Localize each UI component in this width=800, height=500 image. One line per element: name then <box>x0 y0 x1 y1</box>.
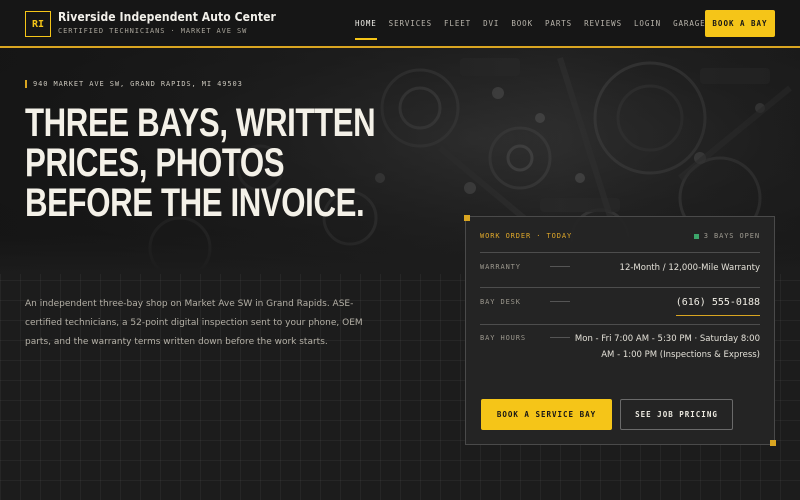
site-header: RI Riverside Independent Auto Center CER… <box>0 0 800 48</box>
hero-description: An independent three-bay shop on Market … <box>25 299 363 347</box>
nav-dvi[interactable]: DVI <box>483 15 499 32</box>
warranty-value: 12-Month / 12,000-Mile Warranty <box>619 263 760 273</box>
headline-line-3: BEFORE THE INVOICE. <box>25 181 365 225</box>
status-dot-icon <box>693 233 699 239</box>
bay-hours-value: Mon - Fri 7:00 AM - 5:30 PM · Saturday 8… <box>574 334 760 360</box>
work-order-card: WORK ORDER · TODAY 3 BAYS OPEN WARRANTY … <box>464 215 776 446</box>
card-divider <box>480 252 760 253</box>
nav-fleet[interactable]: FLEET <box>444 15 471 32</box>
nav-book[interactable]: BOOK <box>511 15 533 32</box>
card-corner-accent <box>464 215 470 221</box>
nav-parts[interactable]: PARTS <box>545 15 572 32</box>
bays-status-label: 3 BAYS OPEN <box>703 232 760 240</box>
row-dash <box>550 301 570 302</box>
bay-desk-label: BAY DESK <box>480 298 521 306</box>
brand-name[interactable]: Riverside Independent Auto Center <box>58 10 276 24</box>
page: RI Riverside Independent Auto Center CER… <box>0 0 800 500</box>
nav-login[interactable]: LOGIN <box>634 15 661 32</box>
row-dash <box>550 266 570 267</box>
card-divider <box>480 324 760 325</box>
book-a-bay-button[interactable]: BOOK A BAY <box>705 10 775 37</box>
bay-hours-label: BAY HOURS <box>480 334 527 342</box>
card-corner-accent <box>770 440 776 446</box>
row-dash <box>550 337 570 338</box>
main-nav: HOME SERVICES FLEET DVI BOOK PARTS REVIE… <box>355 0 718 46</box>
see-job-pricing-button[interactable]: SEE JOB PRICING <box>620 399 733 430</box>
brand-tagline: CERTIFIED TECHNICIANS · MARKET AVE SW <box>58 27 248 35</box>
bay-hours-row: BAY HOURS Mon - Fri 7:00 AM - 5:30 PM · … <box>480 331 760 363</box>
bay-desk-row: BAY DESK (616) 555-0188 <box>480 295 760 316</box>
book-service-bay-button[interactable]: BOOK A SERVICE BAY <box>481 399 612 430</box>
bays-status: 3 BAYS OPEN <box>693 232 760 240</box>
bay-desk-value-wrap: (616) 555-0188 <box>570 295 760 316</box>
headline-line-1: THREE BAYS, WRITTEN <box>25 101 376 145</box>
nav-home[interactable]: HOME <box>355 15 377 40</box>
warranty-label: WARRANTY <box>480 263 521 271</box>
nav-services[interactable]: SERVICES <box>389 15 432 32</box>
shop-address: 940 MARKET AVE SW, GRAND RAPIDS, MI 4950… <box>25 80 243 88</box>
nav-garage[interactable]: GARAGE <box>673 15 706 32</box>
nav-reviews[interactable]: REVIEWS <box>584 15 622 32</box>
card-divider <box>480 287 760 288</box>
work-order-title: WORK ORDER · TODAY <box>480 232 573 240</box>
warranty-row: WARRANTY 12-Month / 12,000-Mile Warranty <box>480 260 760 276</box>
card-header: WORK ORDER · TODAY 3 BAYS OPEN <box>480 232 760 240</box>
bay-desk-phone-link[interactable]: (616) 555-0188 <box>675 295 760 316</box>
headline-line-2: PRICES, PHOTOS <box>25 141 285 185</box>
hero-headline: THREE BAYS, WRITTEN PRICES, PHOTOS BEFOR… <box>25 101 376 225</box>
brand-logo[interactable]: RI <box>25 11 51 37</box>
